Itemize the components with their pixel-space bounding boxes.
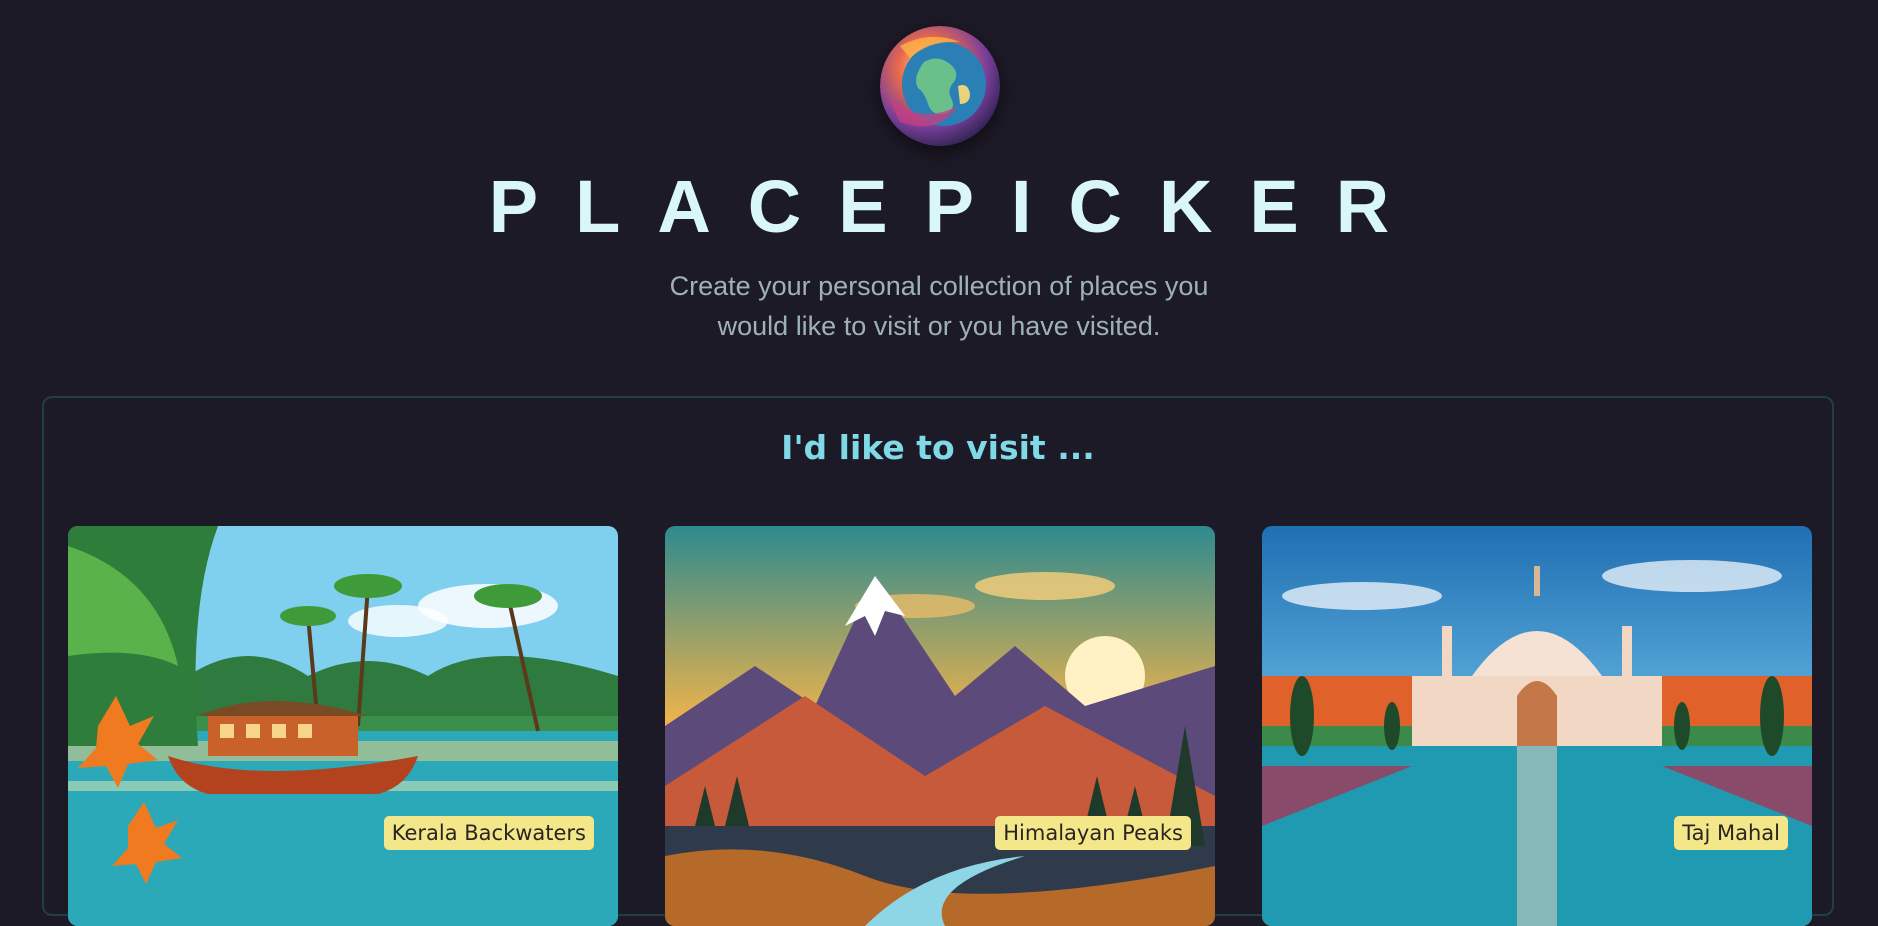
place-card-kerala-backwaters[interactable]: Kerala Backwaters	[68, 526, 618, 926]
app-title: PLACEPICKER	[488, 165, 1427, 248]
place-title: Himalayan Peaks	[995, 816, 1191, 850]
place-image	[68, 526, 618, 926]
place-card-taj-mahal[interactable]: Taj Mahal	[1262, 526, 1812, 926]
tagline: Create your personal collection of place…	[669, 271, 1209, 341]
globe-icon	[880, 26, 1000, 146]
place-card-himalayan-peaks[interactable]: Himalayan Peaks	[665, 526, 1215, 926]
places-section: I'd like to visit ... Kerala Backwaters …	[42, 396, 1834, 926]
place-title: Taj Mahal	[1674, 816, 1788, 850]
place-image	[1262, 526, 1812, 926]
section-heading: I'd like to visit ...	[781, 428, 1095, 467]
place-image	[665, 526, 1215, 926]
place-title: Kerala Backwaters	[383, 816, 594, 850]
